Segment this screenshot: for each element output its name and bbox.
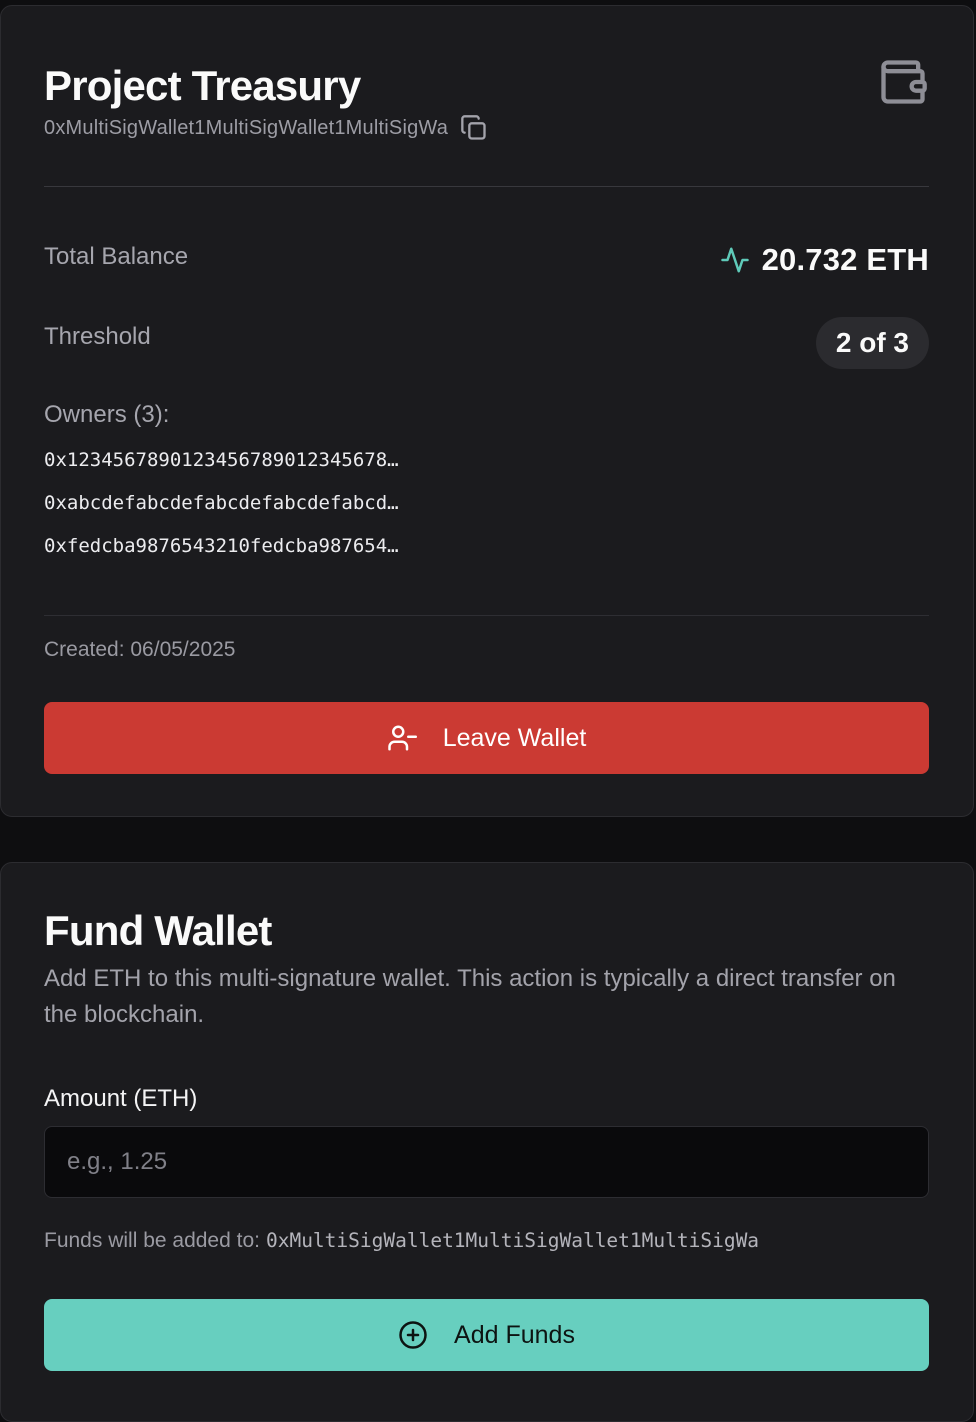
balance-display: 20.732 ETH [720, 242, 929, 278]
fund-wallet-card: Fund Wallet Add ETH to this multi-signat… [0, 862, 974, 1422]
copy-address-button[interactable] [460, 114, 488, 142]
threshold-label: Threshold [44, 323, 151, 350]
leave-wallet-label: Leave Wallet [442, 723, 587, 752]
wallet-address: 0xMultiSigWallet1MultiSigWallet1MultiSig… [44, 116, 449, 139]
owners-label: Owners (3): [44, 401, 170, 428]
funds-destination-note: Funds will be added to: 0xMultiSigWallet1… [44, 1229, 759, 1253]
wallet-title: Project Treasury [44, 62, 361, 109]
owner-address: 0xfedcba9876543210fedcba9876543210fedcba… [44, 535, 404, 557]
wallet-card: Project Treasury 0xMultiSigWallet1MultiS… [0, 5, 974, 817]
user-minus-icon [387, 723, 417, 753]
balance-label: Total Balance [44, 243, 189, 270]
wallet-address-row: 0xMultiSigWallet1MultiSigWallet1MultiSig… [44, 114, 488, 142]
amount-label: Amount (ETH) [44, 1085, 198, 1112]
add-funds-button[interactable]: Add Funds [44, 1299, 929, 1371]
fund-description: Add ETH to this multi-signature wallet. … [44, 965, 896, 1028]
amount-input[interactable] [44, 1126, 929, 1198]
balance-value: 20.732 ETH [761, 242, 929, 277]
activity-icon [720, 247, 749, 273]
header-divider [44, 186, 929, 187]
plus-circle-icon [398, 1320, 428, 1350]
footer-divider [44, 615, 929, 616]
owner-address: 0x12345678901234567890123456789012345678… [44, 449, 404, 471]
owner-address: 0xabcdefabcdefabcdefabcdefabcdefabcdefab… [44, 492, 404, 514]
wallet-icon [881, 60, 927, 104]
funds-note-prefix: Funds will be added to: [44, 1229, 260, 1252]
fund-title: Fund Wallet [44, 907, 272, 954]
copy-icon [461, 115, 486, 140]
threshold-badge: 2 of 3 [815, 317, 929, 369]
leave-wallet-button[interactable]: Leave Wallet [44, 702, 929, 774]
created-date: Created: 06/05/2025 [44, 638, 236, 661]
funds-note-address: 0xMultiSigWallet1MultiSigWallet1MultiSig… [265, 1229, 760, 1252]
add-funds-label: Add Funds [454, 1320, 575, 1349]
